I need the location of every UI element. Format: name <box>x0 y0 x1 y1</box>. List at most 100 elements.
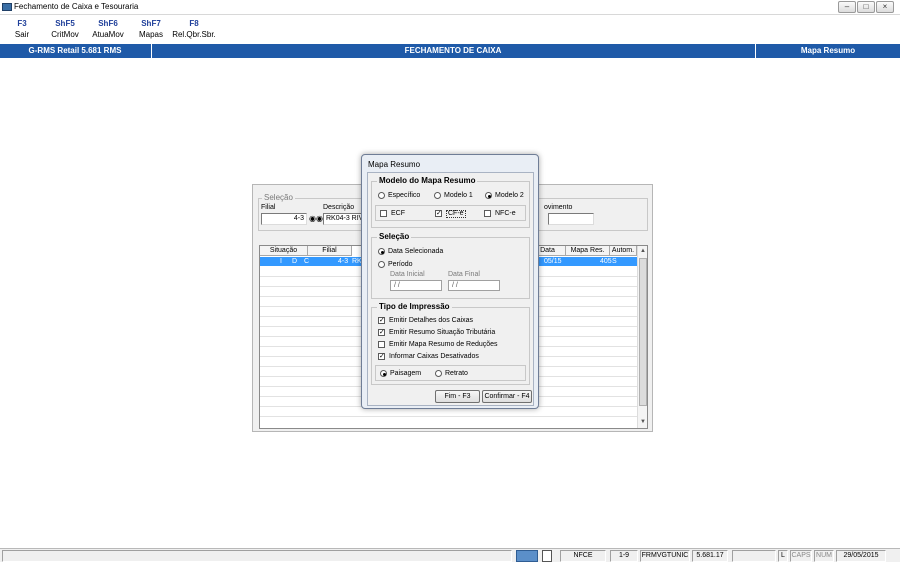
row-filial: 4-3 <box>338 258 349 265</box>
minimize-icon[interactable]: – <box>838 1 856 13</box>
row-data: 05/15 <box>544 258 562 265</box>
status-pages: 1-9 <box>610 550 638 562</box>
window-titlebar: Fechamento de Caixa e Tesouraria – □ × <box>0 0 900 15</box>
app-version: G-RMS Retail 5.681 RMS <box>28 46 122 55</box>
radio-data-selecionada[interactable] <box>378 248 385 255</box>
context-title: Mapa Resumo <box>800 46 856 55</box>
fkey-label: AtuaMov <box>92 30 124 39</box>
data-final-field[interactable]: / / <box>448 280 500 291</box>
row-situacao-3: C <box>304 258 310 265</box>
movimento-input[interactable] <box>548 213 594 225</box>
checkbox-cfe-label: CF-e <box>446 210 466 218</box>
fkey-label: Sair <box>14 30 30 39</box>
checkbox-nfce-label: NFC-e <box>495 210 516 217</box>
radio-modelo-2[interactable] <box>485 192 492 199</box>
selecao-group-title: Seleção <box>262 193 295 202</box>
checkbox-detalhes-caixas-label: Emitir Detalhes dos Caixas <box>389 317 474 324</box>
fkey-atuamov-button[interactable]: ShF6 AtuaMov <box>90 19 126 39</box>
modelo-group: Modelo do Mapa Resumo Específico Modelo … <box>371 176 530 228</box>
radio-especifico[interactable] <box>378 192 385 199</box>
modelo-group-title: Modelo do Mapa Resumo <box>377 176 478 185</box>
status-mode: NFCE <box>560 550 606 562</box>
radio-modelo-2-label: Modelo 2 <box>495 192 524 199</box>
status-message <box>2 550 512 562</box>
grid-scrollbar[interactable]: ▲ ▼ <box>637 246 647 428</box>
checkbox-nfce[interactable] <box>484 210 491 217</box>
scroll-down-icon[interactable]: ▼ <box>638 417 648 427</box>
checkbox-mapa-reducoes-label: Emitir Mapa Resumo de Reduções <box>389 341 498 348</box>
app-icon <box>2 3 12 11</box>
status-num: NUM <box>814 550 834 562</box>
selecao-dialog-title: Seleção <box>377 232 412 241</box>
selecao-dialog-group: Seleção Data Selecionada Período Data In… <box>371 232 530 299</box>
radio-retrato[interactable] <box>435 370 442 377</box>
col-filial[interactable]: Filial <box>308 246 352 256</box>
orientation-box: Paisagem Retrato <box>375 365 526 381</box>
checkbox-caixas-desativados-label: Informar Caixas Desativados <box>389 353 479 360</box>
status-bar: NFCE 1-9 FRMVGTUNIC 5.681.17 L CAPS NUM … <box>0 548 900 562</box>
document-icon <box>542 550 552 562</box>
status-indicator: L <box>778 550 788 562</box>
fkey-label: Rel.Qbr.Sbr. <box>172 30 216 39</box>
filial-label: Filial <box>261 204 276 211</box>
fkey-code: ShF7 <box>141 19 161 28</box>
fkey-code: ShF5 <box>55 19 75 28</box>
dialog-title: Mapa Resumo <box>368 160 421 169</box>
scroll-up-icon[interactable]: ▲ <box>638 246 648 256</box>
status-caps: CAPS <box>790 550 812 562</box>
radio-especifico-label: Específico <box>388 192 421 199</box>
checkbox-resumo-tributaria-label: Emitir Resumo Situação Tributária <box>389 329 496 336</box>
col-autom[interactable]: Autom. <box>610 246 637 256</box>
fkey-code: ShF6 <box>98 19 118 28</box>
row-situacao-1: I <box>280 258 282 265</box>
impressao-group-title: Tipo de Impressão <box>377 302 452 311</box>
data-inicial-field[interactable]: / / <box>390 280 442 291</box>
modelo-type-box: ECF ✓ CF-e NFC-e <box>375 205 526 221</box>
checkbox-ecf[interactable] <box>380 210 387 217</box>
impressao-group: Tipo de Impressão ✓ Emitir Detalhes dos … <box>371 302 530 385</box>
row-mapa-res: 405 <box>600 258 612 265</box>
movimento-label: ovimento <box>544 204 573 211</box>
maximize-icon[interactable]: □ <box>857 1 875 13</box>
radio-periodo-label: Período <box>388 261 413 268</box>
fkey-sair-button[interactable]: F3 Sair <box>12 19 32 39</box>
status-date: 29/05/2015 <box>836 550 886 562</box>
fkey-mapas-button[interactable]: ShF7 Mapas <box>136 19 166 39</box>
checkbox-mapa-reducoes[interactable] <box>378 341 385 348</box>
checkbox-caixas-desativados[interactable]: ✓ <box>378 353 385 360</box>
checkbox-cfe[interactable]: ✓ <box>435 210 442 217</box>
header-band: G-RMS Retail 5.681 RMS FECHAMENTO DE CAI… <box>0 44 900 58</box>
radio-periodo[interactable] <box>378 261 385 268</box>
confirmar-button[interactable]: Confirmar - F4 <box>482 390 532 403</box>
row-autom: S <box>612 258 617 265</box>
binoculars-icon[interactable]: ◉◉ <box>309 214 323 223</box>
status-version: 5.681.17 <box>692 550 728 562</box>
network-icon <box>516 550 538 562</box>
function-key-toolbar: F3 Sair ShF5 CritMov ShF6 AtuaMov ShF7 M… <box>0 15 900 42</box>
col-mapa-res[interactable]: Mapa Res. <box>566 246 610 256</box>
checkbox-detalhes-caixas[interactable]: ✓ <box>378 317 385 324</box>
grid-line <box>260 416 637 417</box>
radio-modelo-1-label: Modelo 1 <box>444 192 473 199</box>
radio-paisagem[interactable] <box>380 370 387 377</box>
radio-data-selecionada-label: Data Selecionada <box>388 248 444 255</box>
fkey-relqbrsbr-button[interactable]: F8 Rel.Qbr.Sbr. <box>172 19 216 39</box>
data-inicial-label: Data Inicial <box>390 271 425 278</box>
data-final-label: Data Final <box>448 271 480 278</box>
filial-input[interactable]: 4-3 <box>261 213 307 225</box>
screen-title: FECHAMENTO DE CAIXA <box>404 46 502 55</box>
fkey-critmov-button[interactable]: ShF5 CritMov <box>48 19 82 39</box>
radio-modelo-1[interactable] <box>434 192 441 199</box>
fkey-label: Mapas <box>138 30 163 39</box>
fkey-label: CritMov <box>51 30 79 39</box>
checkbox-ecf-label: ECF <box>391 210 405 217</box>
dialog-body: Modelo do Mapa Resumo Específico Modelo … <box>367 172 534 406</box>
scroll-thumb[interactable] <box>639 258 647 406</box>
fkey-code: F3 <box>17 19 27 28</box>
col-situacao[interactable]: Situação <box>260 246 308 256</box>
checkbox-resumo-tributaria[interactable]: ✓ <box>378 329 385 336</box>
window-title: Fechamento de Caixa e Tesouraria <box>14 2 139 11</box>
close-icon[interactable]: × <box>876 1 894 13</box>
fim-button[interactable]: Fim - F3 <box>435 390 480 403</box>
status-program: FRMVGTUNIC <box>640 550 690 562</box>
